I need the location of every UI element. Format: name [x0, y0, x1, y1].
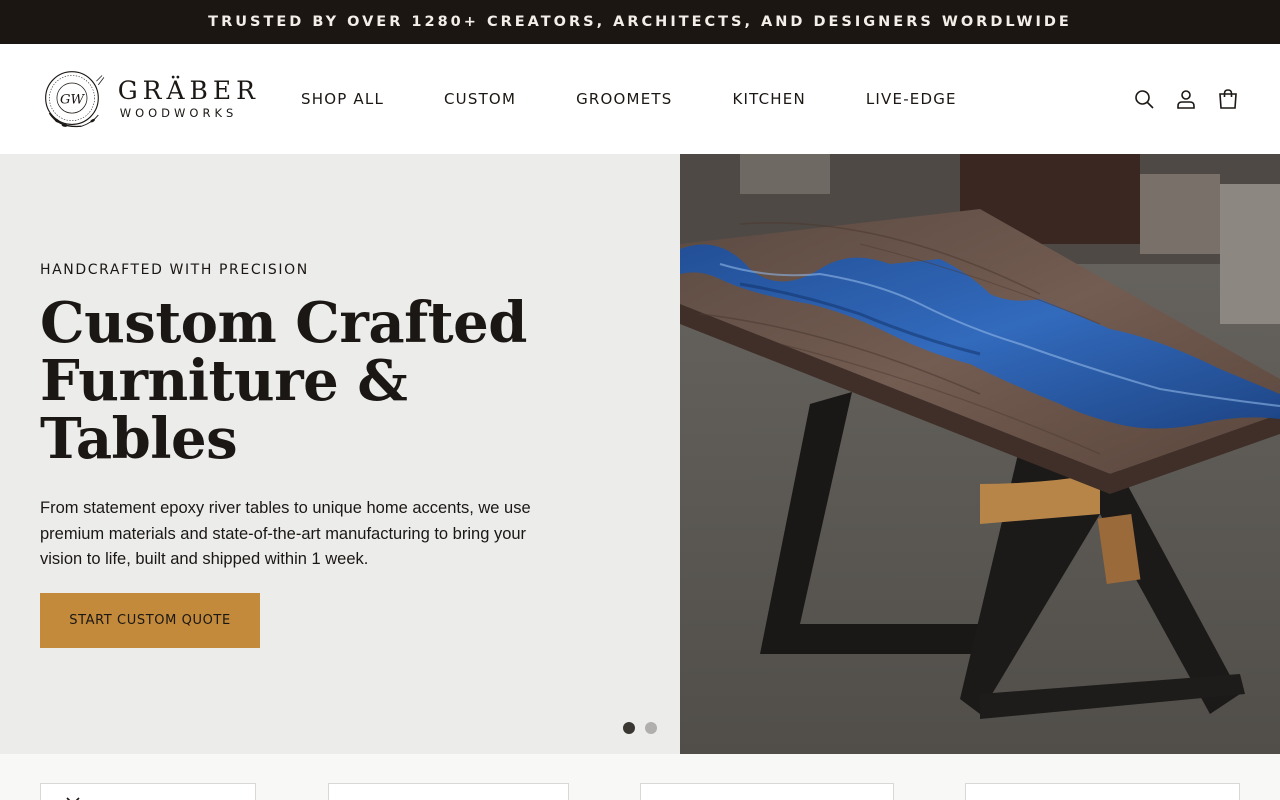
- nav-item-kitchen[interactable]: KITCHEN: [732, 90, 805, 108]
- feature-strip: [0, 754, 1280, 800]
- slide-dot-2[interactable]: [645, 722, 657, 734]
- header-actions: [1132, 44, 1240, 154]
- feature-card: [328, 783, 569, 800]
- brand-logo[interactable]: GW GRÄBER WOODWORKS: [40, 64, 260, 134]
- hero-text-panel: HANDCRAFTED WITH PRECISION Custom Crafte…: [0, 154, 680, 754]
- svg-text:GW: GW: [60, 93, 86, 108]
- cta-label: START CUSTOM QUOTE: [69, 613, 231, 628]
- account-icon[interactable]: [1174, 87, 1198, 111]
- feature-icon: [66, 797, 80, 800]
- river-table-illustration: [680, 154, 1280, 754]
- feature-icon: [659, 794, 687, 800]
- nav-item-live-edge[interactable]: LIVE-EDGE: [866, 90, 957, 108]
- cart-icon[interactable]: [1216, 87, 1240, 111]
- announcement-bar: TRUSTED BY OVER 1280+ CREATORS, ARCHITEC…: [0, 0, 1280, 44]
- feature-icon: [984, 794, 1012, 800]
- nav-item-shop-all[interactable]: SHOP ALL: [301, 90, 384, 108]
- brand-name: GRÄBER: [117, 76, 260, 105]
- site-header: GW GRÄBER WOODWORKS SHOP ALL CUSTOM GROO…: [0, 44, 1280, 154]
- hero-kicker: HANDCRAFTED WITH PRECISION: [40, 262, 309, 278]
- main-nav: SHOP ALL CUSTOM GROOMETS KITCHEN LIVE-ED…: [301, 44, 1017, 154]
- nav-item-custom[interactable]: CUSTOM: [444, 90, 516, 108]
- hero-title-line-3: Tables: [40, 406, 238, 472]
- logo-monogram-icon: GW: [45, 71, 105, 128]
- hero-image: [680, 154, 1280, 754]
- hero-title-line-1: Custom Crafted: [40, 290, 527, 356]
- announcement-text: TRUSTED BY OVER 1280+ CREATORS, ARCHITEC…: [208, 14, 1072, 30]
- brand-subtitle: WOODWORKS: [119, 106, 238, 120]
- slide-dot-1[interactable]: [623, 722, 635, 734]
- hero-title-line-2: Furniture &: [40, 348, 408, 414]
- search-icon[interactable]: [1132, 87, 1156, 111]
- slideshow-dots: [623, 722, 657, 734]
- hero-description: From statement epoxy river tables to uni…: [40, 499, 531, 568]
- nav-item-groomets[interactable]: GROOMETS: [576, 90, 672, 108]
- hero-title: Custom Crafted Furniture & Tables: [40, 294, 560, 468]
- feature-card: [640, 783, 894, 800]
- start-custom-quote-button[interactable]: START CUSTOM QUOTE: [40, 593, 260, 648]
- feature-card: [965, 783, 1240, 800]
- feature-card: [40, 783, 256, 800]
